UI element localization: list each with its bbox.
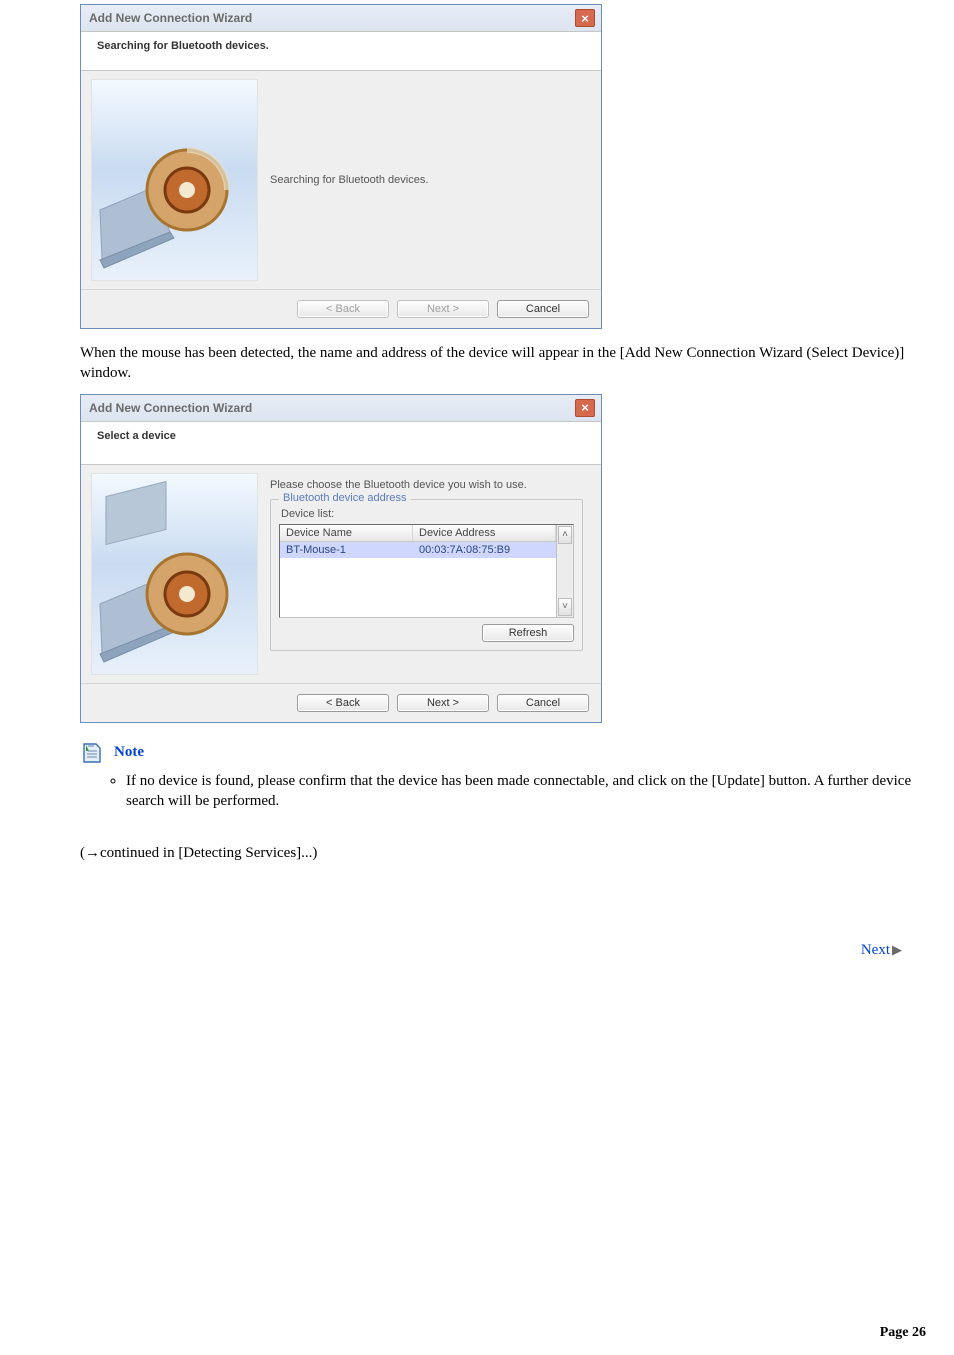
dialog-titlebar: Add New Connection Wizard × [81, 5, 601, 32]
scrollbar[interactable]: ˄ ˅ [556, 525, 573, 617]
dialog-titlebar: Add New Connection Wizard × [81, 395, 601, 422]
back-button[interactable]: < Back [297, 694, 389, 712]
note-label: Note [114, 744, 144, 761]
wizard-illustration [91, 79, 258, 281]
next-link[interactable]: Next▶ [40, 942, 914, 959]
dialog-title: Add New Connection Wizard [89, 401, 252, 415]
scroll-up-icon[interactable]: ˄ [558, 526, 572, 544]
wizard-searching-dialog: Add New Connection Wizard × Searching fo… [80, 4, 602, 329]
body-paragraph-1: When the mouse has been detected, the na… [80, 343, 914, 384]
scroll-down-icon[interactable]: ˅ [558, 598, 572, 616]
cancel-button[interactable]: Cancel [497, 694, 589, 712]
instruction-text: Please choose the Bluetooth device you w… [270, 479, 583, 491]
wizard-illustration [91, 473, 258, 675]
back-button: < Back [297, 300, 389, 318]
close-icon[interactable]: × [575, 9, 595, 27]
note-icon [80, 741, 104, 765]
searching-text: Searching for Bluetooth devices. [270, 174, 428, 186]
page-number: Page 26 [880, 1325, 926, 1341]
dialog-button-row: < Back Next > Cancel [81, 683, 601, 722]
refresh-button[interactable]: Refresh [482, 624, 574, 642]
note-list: If no device is found, please confirm th… [104, 771, 914, 812]
device-address-groupbox: Bluetooth device address Device list: De… [270, 499, 583, 651]
dialog-subheader: Searching for Bluetooth devices. [81, 32, 601, 71]
dialog-body-right: Searching for Bluetooth devices. [262, 71, 601, 289]
device-row-name: BT-Mouse-1 [280, 542, 413, 558]
next-button: Next > [397, 300, 489, 318]
wizard-select-device-dialog: Add New Connection Wizard × Select a dev… [80, 394, 602, 723]
device-list-row[interactable]: BT-Mouse-1 00:03:7A:08:75:B9 [280, 542, 556, 558]
dialog-button-row: < Back Next > Cancel [81, 289, 601, 328]
cancel-button[interactable]: Cancel [497, 300, 589, 318]
next-button[interactable]: Next > [397, 694, 489, 712]
dialog-body: Searching for Bluetooth devices. [81, 71, 601, 289]
device-list-label: Device list: [281, 508, 574, 520]
groupbox-legend: Bluetooth device address [279, 492, 411, 504]
device-list[interactable]: Device Name Device Address BT-Mouse-1 00… [279, 524, 574, 618]
dialog-body: Please choose the Bluetooth device you w… [81, 465, 601, 683]
column-device-address: Device Address [413, 525, 556, 541]
dialog-body-right: Please choose the Bluetooth device you w… [262, 465, 601, 683]
close-icon[interactable]: × [575, 399, 595, 417]
next-link-label: Next [861, 942, 890, 958]
note-item: If no device is found, please confirm th… [126, 771, 914, 812]
dialog-subheader: Select a device [81, 422, 601, 465]
next-arrow-icon: ▶ [892, 942, 902, 958]
continued-text: (→continued in [Detecting Services]...) [80, 845, 914, 862]
column-device-name: Device Name [280, 525, 413, 541]
note-row: Note [80, 741, 914, 765]
device-list-header: Device Name Device Address [280, 525, 556, 542]
dialog-title: Add New Connection Wizard [89, 11, 252, 25]
device-row-address: 00:03:7A:08:75:B9 [413, 542, 556, 558]
